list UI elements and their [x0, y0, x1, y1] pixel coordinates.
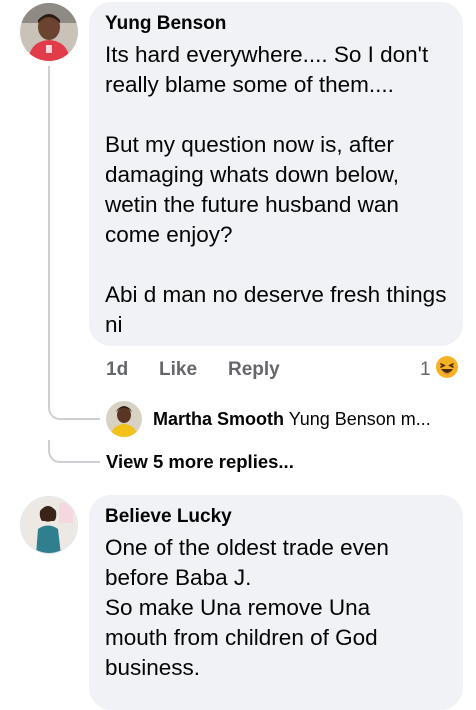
thread-line	[48, 66, 50, 406]
comment-text: One of the oldest trade even before Baba…	[105, 535, 389, 680]
comment-author[interactable]: Believe Lucky	[105, 505, 447, 529]
thread-connector-view-more	[48, 440, 100, 463]
avatar-believe-lucky[interactable]	[20, 496, 78, 554]
reaction-count: 1	[420, 359, 431, 380]
avatar-martha-smooth[interactable]	[106, 401, 142, 437]
reaction-badge[interactable]: 1	[420, 355, 459, 385]
comment-text: Its hard everywhere.... So I don't reall…	[105, 42, 447, 337]
reply-preview[interactable]: Martha Smooth Yung Benson m...	[153, 407, 461, 431]
thread-connector-reply	[48, 400, 100, 420]
reply-preview-text: Yung Benson m...	[288, 409, 431, 429]
laugh-emoji-icon	[435, 355, 459, 385]
avatar-yung-benson[interactable]	[20, 3, 78, 61]
comment-timestamp[interactable]: 1d	[106, 358, 128, 382]
comment-author[interactable]: Yung Benson	[105, 12, 447, 36]
reply-author[interactable]: Martha Smooth	[153, 409, 284, 429]
comment-bubble: Believe Lucky One of the oldest trade ev…	[89, 495, 463, 710]
comment-bubble: Yung Benson Its hard everywhere.... So I…	[89, 2, 463, 346]
reply-button[interactable]: Reply	[228, 358, 280, 382]
view-more-replies-link[interactable]: View 5 more replies...	[106, 450, 294, 474]
like-button[interactable]: Like	[159, 358, 197, 382]
